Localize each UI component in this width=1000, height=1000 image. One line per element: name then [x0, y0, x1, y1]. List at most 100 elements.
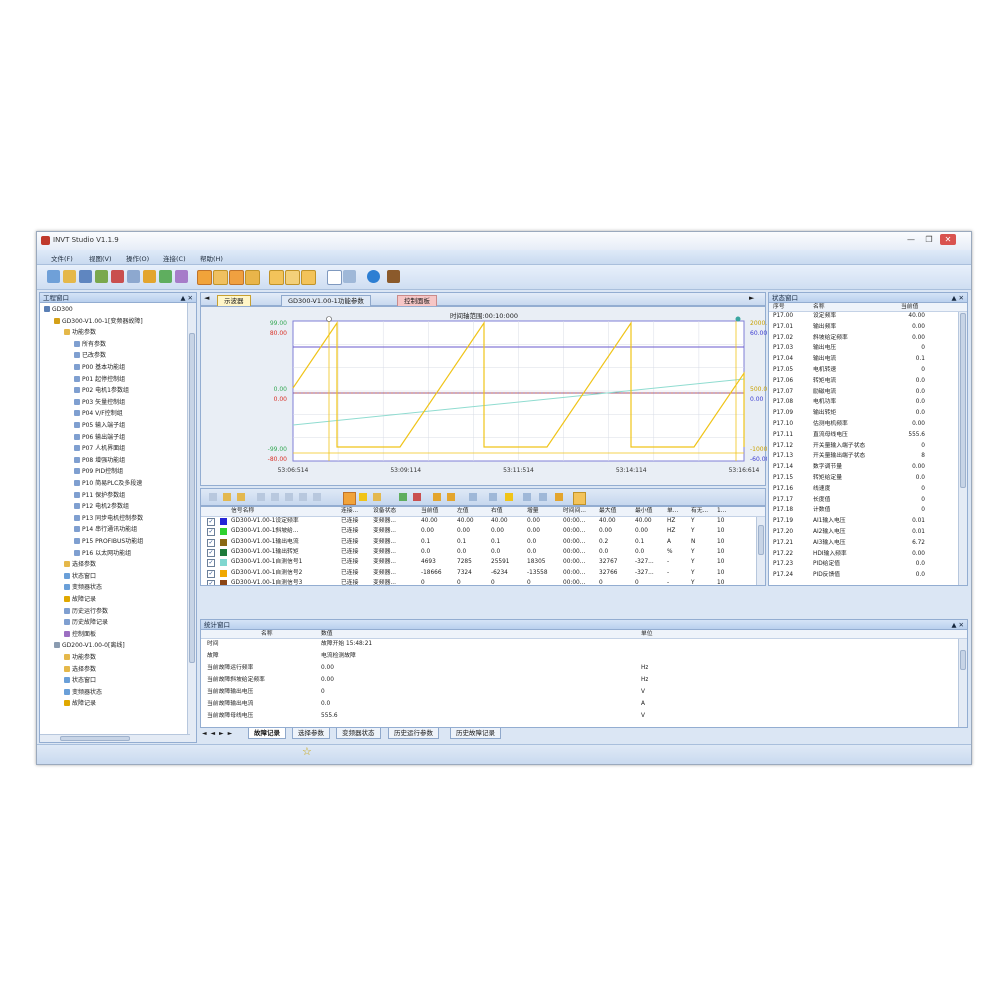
status-row[interactable]: P17.18 计数值 0	[769, 506, 967, 514]
forward-icon[interactable]	[229, 270, 244, 285]
tree-item[interactable]: P13 同步电机控制参数	[74, 514, 143, 523]
channel-color-swatch[interactable]	[220, 579, 227, 585]
menu-help[interactable]: 帮助(H)	[200, 253, 223, 263]
tab-control-panel[interactable]: 控制面板	[397, 295, 437, 306]
tree-item[interactable]: P04 V/F控制组	[74, 409, 123, 418]
channel-color-swatch[interactable]	[220, 538, 227, 546]
menu-connect[interactable]: 连接(C)	[163, 253, 186, 263]
channel-checkbox[interactable]: ✓	[207, 518, 215, 526]
status-row[interactable]: P17.15 转矩给定量 0.0	[769, 474, 967, 482]
tree-item[interactable]: 故障记录	[64, 595, 96, 604]
channel-checkbox[interactable]: ✓	[207, 559, 215, 568]
channel-checkbox[interactable]: ✓	[207, 579, 215, 585]
upload-icon[interactable]	[143, 270, 156, 283]
status-row[interactable]: P17.06 转矩电流 0.0	[769, 377, 967, 385]
tab-drive-status[interactable]: 变频器状态	[336, 728, 381, 739]
tree-item[interactable]: GD300	[44, 305, 73, 314]
column-header[interactable]: 当前值	[901, 303, 918, 311]
book-icon[interactable]	[387, 270, 400, 283]
stats-row[interactable]: 当前故障输出电压 0 V	[201, 688, 967, 696]
tab-scroll-right-icon[interactable]: ►	[749, 294, 754, 302]
status-row[interactable]: P17.10 估测电机频率 0.00	[769, 420, 967, 428]
stop-icon[interactable]	[213, 270, 228, 285]
cursor-handle-left[interactable]	[326, 316, 332, 322]
status-row[interactable]: P17.23 PID给定值 0.0	[769, 560, 967, 568]
pan-icon[interactable]	[237, 493, 245, 501]
settings-icon[interactable]	[469, 493, 477, 501]
column-header[interactable]: 有无...	[691, 507, 715, 516]
status-row[interactable]: P17.08 电机功率 0.0	[769, 398, 967, 406]
tree-item[interactable]: P09 PID控制组	[74, 467, 123, 476]
column-header[interactable]: 时间间...	[563, 507, 597, 516]
window-icon[interactable]	[127, 270, 140, 283]
status-row[interactable]: P17.05 电机转速 0	[769, 366, 967, 374]
tab-oscilloscope[interactable]: 示波器	[217, 295, 251, 306]
zoom-out-icon[interactable]	[223, 493, 231, 501]
tree-item[interactable]: P05 输入端子组	[74, 421, 125, 430]
stats-row[interactable]: 当前故障输出电流 0.0 A	[201, 700, 967, 708]
save-icon[interactable]	[79, 270, 92, 283]
tree-item[interactable]: 状态窗口	[64, 676, 96, 685]
channel-row[interactable]: ✓ GD300-V1.00-1斜坡给... 已连接 变频器... 0.00 0.00 0.0…	[201, 527, 765, 537]
status-row[interactable]: P17.24 PID反馈值 0.0	[769, 571, 967, 579]
stats-row[interactable]: 当前故障母线电压 555.6 V	[201, 712, 967, 720]
remove-channel-icon[interactable]	[413, 493, 421, 501]
status-row[interactable]: P17.03 输出电压 0	[769, 344, 967, 352]
camera-icon[interactable]	[573, 492, 586, 505]
tree-scroll-thumb[interactable]	[189, 333, 195, 663]
cursor-icon[interactable]	[343, 492, 356, 505]
status-row[interactable]: P17.21 AI3输入电压 6.72	[769, 539, 967, 547]
sheet-nav-icons[interactable]: ◄ ◄ ► ►	[202, 730, 233, 737]
document-icon[interactable]	[327, 270, 342, 285]
column-header[interactable]: 设备状态	[373, 507, 417, 516]
tree-hscroll-thumb[interactable]	[60, 736, 130, 741]
channel-color-swatch[interactable]	[220, 528, 227, 536]
config-icon[interactable]	[555, 493, 563, 501]
tree-item[interactable]: 已改参数	[74, 351, 106, 360]
tree-item[interactable]: P02 电机1参数组	[74, 386, 129, 395]
tab-function-params[interactable]: GD300-V1.00-1功能参数	[281, 295, 371, 306]
menu-operate[interactable]: 操作(O)	[126, 253, 149, 263]
tree-item[interactable]: P07 人机界面组	[74, 444, 125, 453]
tab-scroll-left-icon[interactable]: ◄	[204, 294, 209, 302]
status-row[interactable]: P17.02 斜坡给定频率 0.00	[769, 334, 967, 342]
tree-item[interactable]: GD300-V1.00-1[变频器故障]	[54, 317, 143, 326]
last-icon[interactable]	[299, 493, 307, 501]
menu-view[interactable]: 视图(V)	[89, 253, 112, 263]
channel-row[interactable]: ✓ GD300-V1.00-1自测信号3 已连接 变频器... 0 0 0 0 00:00...…	[201, 579, 765, 585]
tree-item[interactable]: P06 输出端子组	[74, 433, 125, 442]
new-project-icon[interactable]	[47, 270, 60, 283]
close-button[interactable]: ✕	[940, 234, 956, 245]
tree-item[interactable]: 变频器状态	[64, 583, 102, 592]
channel-checkbox[interactable]: ✓	[207, 528, 215, 537]
column-header[interactable]: 增量	[527, 507, 561, 516]
open-data-icon[interactable]	[505, 493, 513, 501]
reverse-icon[interactable]	[245, 270, 260, 285]
export-icon[interactable]	[539, 493, 547, 501]
tab-history-params[interactable]: 历史运行参数	[388, 728, 439, 739]
column-header[interactable]: 信号名称	[231, 507, 339, 516]
tree-item[interactable]: P16 以太网功能组	[74, 549, 131, 558]
stats-row[interactable]: 故障 电流检测故障	[201, 652, 967, 660]
tree-item[interactable]: P03 矢量控制组	[74, 398, 125, 407]
tree-item[interactable]: P01 起停控制组	[74, 375, 125, 384]
fit-icon[interactable]	[313, 493, 321, 501]
stats-row[interactable]: 当前故障斜坡给定频率 0.00 Hz	[201, 676, 967, 684]
tree-item[interactable]: 故障记录	[64, 699, 96, 708]
column-header[interactable]: 最大值	[599, 507, 633, 516]
tree-item[interactable]: 变频器状态	[64, 688, 102, 697]
start-sampling-icon[interactable]	[433, 493, 441, 501]
tree-item[interactable]: P08 增强功能组	[74, 456, 125, 465]
column-header[interactable]: 左值	[457, 507, 489, 516]
tab-fault-record[interactable]: 故障记录	[248, 728, 286, 739]
status-row[interactable]: P17.13 开关量输出端子状态 8	[769, 452, 967, 460]
column-header[interactable]: 单位	[641, 630, 653, 638]
status-row[interactable]: P17.12 开关量输入端子状态 0	[769, 442, 967, 450]
channel-checkbox[interactable]: ✓	[207, 538, 215, 547]
tree-item[interactable]: 控制面板	[64, 630, 96, 639]
status-row[interactable]: P17.04 输出电流 0.1	[769, 355, 967, 363]
status-row[interactable]: P17.14 数字调节量 0.00	[769, 463, 967, 471]
status-row[interactable]: P17.22 HDI输入频率 0.00	[769, 550, 967, 558]
tree-item[interactable]: P15 PROFIBUS功能组	[74, 537, 143, 546]
zoom-in-icon[interactable]	[209, 493, 217, 501]
